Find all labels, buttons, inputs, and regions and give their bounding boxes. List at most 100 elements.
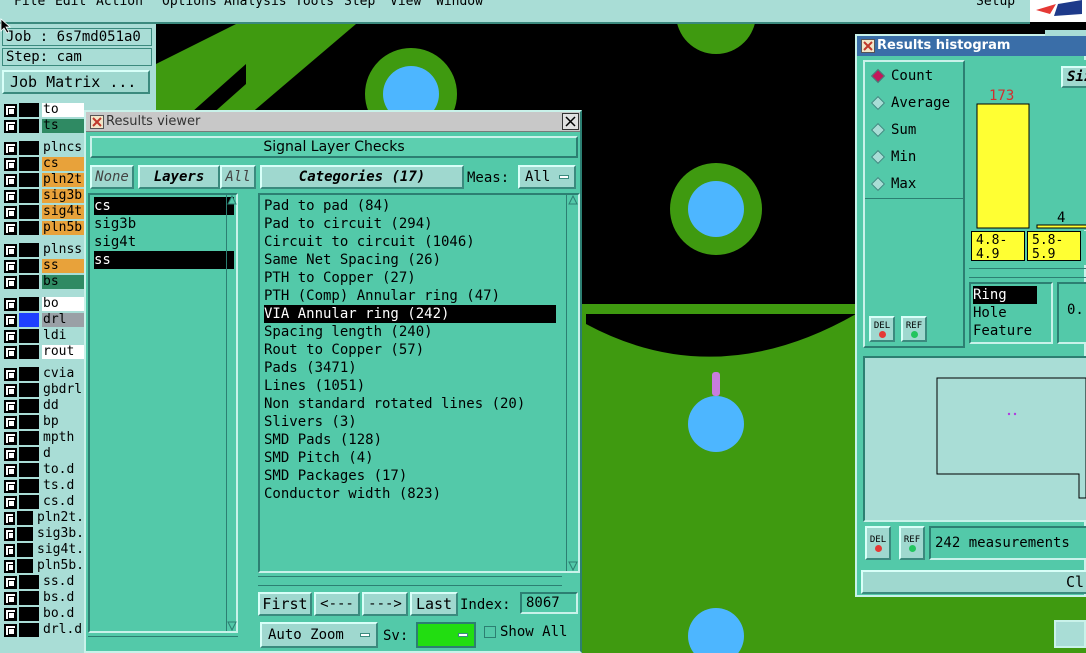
del-button[interactable]: DEL: [865, 526, 891, 560]
category-item[interactable]: Pad to circuit (294): [264, 215, 556, 233]
layer-color-swatch[interactable]: [19, 119, 39, 133]
layer-color-swatch[interactable]: [19, 205, 39, 219]
layer-row[interactable]: sig3b.: [4, 526, 84, 542]
layer-row[interactable]: bo: [4, 296, 84, 312]
layer-name[interactable]: bs.d: [42, 591, 84, 605]
layer-name[interactable]: d: [42, 447, 84, 461]
category-item[interactable]: Slivers (3): [264, 413, 556, 431]
layer-checkbox[interactable]: [4, 205, 17, 219]
layer-name[interactable]: ldi: [42, 329, 84, 343]
layer-name[interactable]: bs: [42, 275, 84, 289]
layer-row[interactable]: sig3b: [4, 188, 84, 204]
histogram-bar-1[interactable]: [976, 103, 1030, 229]
layer-row[interactable]: ts.d: [4, 478, 84, 494]
layer-list-item[interactable]: ss: [94, 251, 234, 269]
layer-name[interactable]: cs: [42, 157, 84, 171]
layer-color-swatch[interactable]: [19, 399, 39, 413]
ref-button[interactable]: REF: [899, 526, 925, 560]
auto-zoom-dropdown[interactable]: Auto Zoom: [260, 622, 378, 648]
layer-row[interactable]: pln2t: [4, 172, 84, 188]
layer-checkbox[interactable]: [4, 329, 17, 343]
layer-row[interactable]: cs: [4, 156, 84, 172]
results-viewer-titlebar[interactable]: Results viewer: [86, 112, 580, 132]
layer-row[interactable]: plnss: [4, 242, 84, 258]
layer-checkbox[interactable]: [4, 243, 17, 257]
layer-row[interactable]: to.d: [4, 462, 84, 478]
layer-checkbox[interactable]: [4, 575, 17, 589]
layer-color-swatch[interactable]: [19, 415, 39, 429]
layer-name[interactable]: sig3b.: [36, 527, 84, 541]
layer-color-swatch[interactable]: [19, 103, 39, 117]
layer-name[interactable]: ss: [42, 259, 84, 273]
layer-name[interactable]: ts: [42, 119, 84, 133]
categories-scrollbar[interactable]: [566, 195, 578, 571]
layer-name[interactable]: sig4t: [42, 205, 84, 219]
close-button[interactable]: [562, 113, 579, 130]
layer-color-swatch[interactable]: [19, 329, 39, 343]
category-item[interactable]: Pads (3471): [264, 359, 556, 377]
layer-row[interactable]: dd: [4, 398, 84, 414]
first-button[interactable]: First: [258, 592, 312, 616]
layer-name[interactable]: pln2t.: [36, 511, 84, 525]
layer-row[interactable]: cs.d: [4, 494, 84, 510]
layers-listbox[interactable]: cs sig3b sig4t ss: [88, 193, 238, 633]
layer-row[interactable]: rout: [4, 344, 84, 360]
layer-name[interactable]: bo: [42, 297, 84, 311]
layer-color-swatch[interactable]: [19, 189, 39, 203]
category-item[interactable]: Spacing length (240): [264, 323, 556, 341]
layer-row[interactable]: cvia: [4, 366, 84, 382]
next-button[interactable]: --->: [362, 592, 408, 616]
layer-row[interactable]: sig4t.: [4, 542, 84, 558]
layer-color-swatch[interactable]: [19, 259, 39, 273]
layer-name[interactable]: sig4t.: [36, 543, 84, 557]
layer-name[interactable]: mpth: [42, 431, 84, 445]
layer-name[interactable]: to.d: [42, 463, 84, 477]
layer-checkbox[interactable]: [4, 119, 17, 133]
job-matrix-button[interactable]: Job Matrix ...: [2, 70, 150, 94]
layer-row[interactable]: bs: [4, 274, 84, 290]
layer-row[interactable]: pln5b.: [4, 558, 84, 574]
categories-hscrollbar[interactable]: [258, 576, 562, 586]
scroll-up-icon[interactable]: [568, 195, 578, 205]
layer-row[interactable]: drl: [4, 312, 84, 328]
attribute-item[interactable]: Ring: [973, 286, 1037, 304]
layer-checkbox[interactable]: [4, 141, 17, 155]
layer-name[interactable]: pln5b.: [36, 559, 84, 573]
layer-name[interactable]: gbdrl: [42, 383, 84, 397]
layer-color-swatch[interactable]: [19, 495, 39, 509]
layer-row[interactable]: mpth: [4, 430, 84, 446]
category-item[interactable]: Rout to Copper (57): [264, 341, 556, 359]
layer-checkbox[interactable]: [4, 511, 16, 525]
layer-row[interactable]: ss: [4, 258, 84, 274]
menu-options[interactable]: Options: [162, 0, 217, 9]
stat-radio-count[interactable]: Count: [870, 68, 933, 84]
layer-name[interactable]: pln2t: [42, 173, 84, 187]
menu-action[interactable]: Action: [96, 0, 143, 9]
layer-list-item[interactable]: cs: [94, 197, 234, 215]
layer-checkbox[interactable]: [4, 607, 17, 621]
category-item[interactable]: Pad to pad (84): [264, 197, 556, 215]
stat-radio-max[interactable]: Max: [870, 176, 916, 192]
menu-edit[interactable]: Edit: [55, 0, 86, 9]
layer-checkbox[interactable]: [4, 345, 17, 359]
index-input[interactable]: 8067: [520, 592, 578, 614]
layer-checkbox[interactable]: [4, 383, 17, 397]
layer-color-swatch[interactable]: [17, 527, 34, 541]
category-item[interactable]: Same Net Spacing (26): [264, 251, 556, 269]
layer-name[interactable]: sig3b: [42, 189, 84, 203]
layer-name[interactable]: cvia: [42, 367, 84, 381]
layer-checkbox[interactable]: [4, 103, 17, 117]
layer-checkbox[interactable]: [4, 447, 17, 461]
layer-list-item[interactable]: sig4t: [94, 233, 234, 251]
layer-checkbox[interactable]: [4, 173, 17, 187]
layer-row[interactable]: pln2t.: [4, 510, 84, 526]
layer-name[interactable]: plncs: [42, 141, 84, 155]
menu-setup[interactable]: Setup: [976, 0, 1015, 9]
window-menu-icon[interactable]: [861, 39, 875, 53]
layer-name[interactable]: cs.d: [42, 495, 84, 509]
layer-checkbox[interactable]: [4, 479, 17, 493]
category-item[interactable]: SMD Pads (128): [264, 431, 556, 449]
layer-name[interactable]: pln5b: [42, 221, 84, 235]
layer-color-swatch[interactable]: [19, 591, 39, 605]
layer-name[interactable]: dd: [42, 399, 84, 413]
